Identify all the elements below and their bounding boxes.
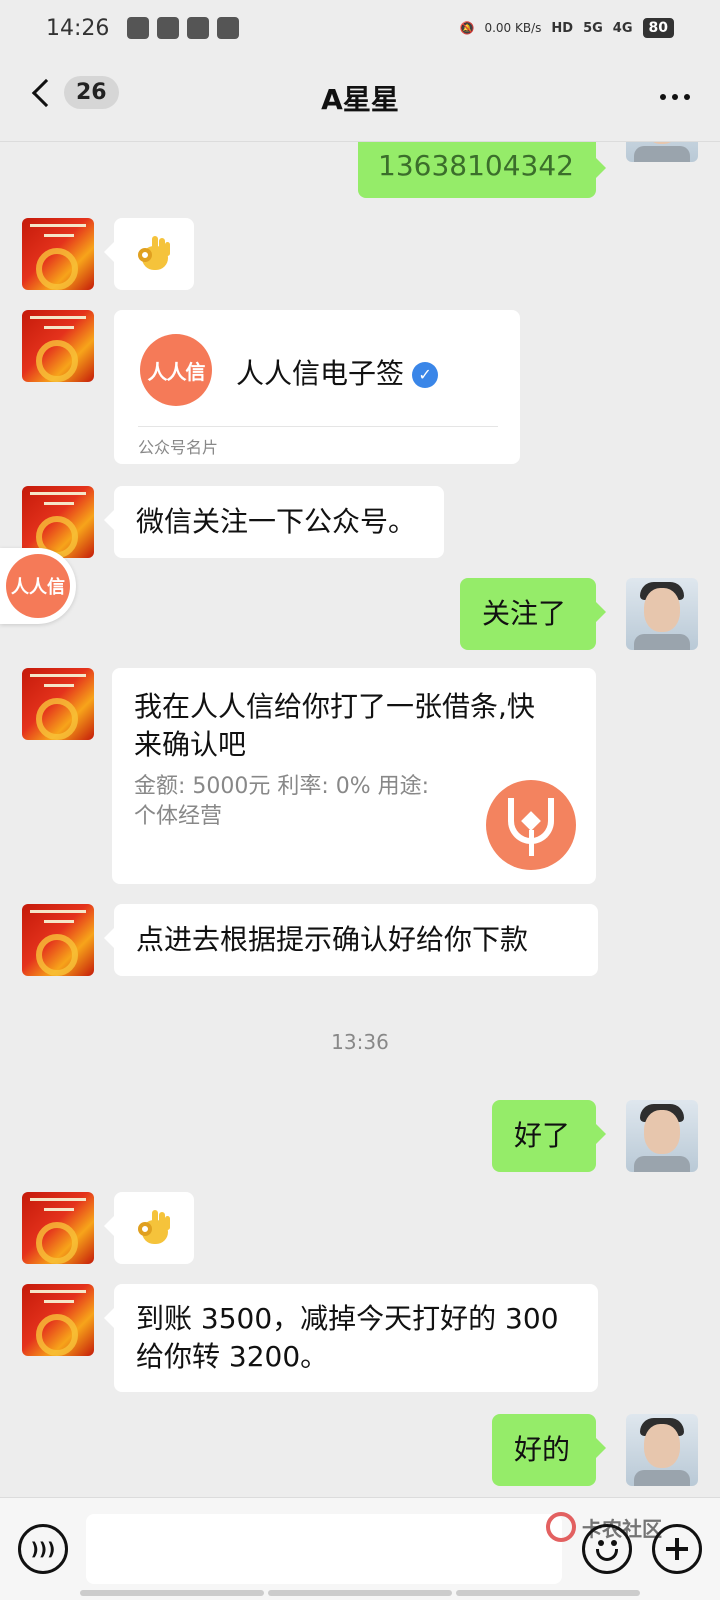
battery-icon: 80 bbox=[642, 18, 674, 38]
notification-icons bbox=[127, 17, 240, 39]
message-text: 微信关注一下公众号。 bbox=[136, 505, 417, 538]
signal-5g-icon: 5G bbox=[583, 20, 603, 36]
floating-mini-program-icon[interactable]: 人人信 bbox=[0, 548, 76, 624]
message-bubble-outgoing[interactable]: 13638104342 bbox=[358, 142, 606, 198]
ok-hand-emoji-icon bbox=[138, 1210, 170, 1246]
message-text: 点进去根据提示确认好给你下款 bbox=[136, 923, 529, 956]
status-right: 🔕 0.00 KB/s HD 5G 4G 80 bbox=[460, 18, 674, 38]
voice-input-icon[interactable]: ))) bbox=[18, 1524, 68, 1574]
loan-card-title: 我在人人信给你打了一张借条,快 来确认吧 bbox=[134, 690, 535, 761]
net-speed: 0.00 KB/s bbox=[484, 21, 542, 35]
more-options-icon[interactable] bbox=[660, 94, 690, 100]
status-bar: 14:26 🔕 0.00 KB/s HD 5G 4G 80 bbox=[0, 0, 720, 56]
verified-badge-icon: ✓ bbox=[412, 362, 439, 388]
message-text: 13638104342 bbox=[378, 149, 574, 182]
message-text: 给你转 3200。 bbox=[136, 1340, 329, 1373]
taobao-icon bbox=[217, 17, 240, 39]
status-time: 14:26 bbox=[46, 15, 110, 41]
hd-icon: HD bbox=[551, 20, 574, 36]
message-bubble-incoming[interactable] bbox=[104, 1192, 194, 1264]
peer-avatar[interactable] bbox=[22, 904, 94, 976]
message-list[interactable]: 13638104342 人人信 人人信电子签 ✓ 公众号名片 微信关注一下公众号。… bbox=[0, 142, 720, 1497]
message-text: 好了 bbox=[514, 1119, 571, 1152]
peer-avatar[interactable] bbox=[22, 1192, 94, 1264]
card-type-label: 公众号名片 bbox=[138, 438, 219, 457]
message-bubble-outgoing[interactable]: 好了 bbox=[492, 1100, 606, 1172]
loan-app-icon bbox=[486, 780, 576, 870]
my-avatar[interactable] bbox=[626, 578, 698, 650]
message-bubble-incoming[interactable] bbox=[104, 218, 194, 290]
qq-icon bbox=[127, 17, 150, 39]
card-account-name: 人人信电子签 ✓ bbox=[236, 352, 439, 392]
app-notification-icon bbox=[187, 17, 210, 39]
message-bubble-incoming[interactable]: 到账 3500，减掉今天打好的 300 给你转 3200。 bbox=[104, 1284, 598, 1392]
chat-title: A星星 bbox=[321, 83, 399, 116]
signal-4g-icon: 4G bbox=[612, 20, 633, 36]
ok-hand-emoji-icon bbox=[138, 236, 170, 272]
navigation-gesture-bar bbox=[80, 1590, 640, 1596]
message-bubble-outgoing[interactable]: 关注了 bbox=[460, 578, 606, 650]
official-account-card[interactable]: 人人信 人人信电子签 ✓ 公众号名片 bbox=[114, 310, 520, 464]
my-avatar[interactable] bbox=[626, 1414, 698, 1486]
peer-avatar[interactable] bbox=[22, 1284, 94, 1356]
my-avatar[interactable] bbox=[626, 142, 698, 162]
watermark-logo-icon bbox=[546, 1512, 576, 1542]
peer-avatar[interactable] bbox=[22, 668, 94, 740]
emoji-icon[interactable] bbox=[582, 1524, 632, 1574]
peer-avatar[interactable] bbox=[22, 218, 94, 290]
message-text: 关注了 bbox=[482, 597, 567, 630]
time-divider: 13:36 bbox=[331, 1030, 389, 1054]
message-bubble-incoming[interactable]: 微信关注一下公众号。 bbox=[104, 486, 444, 558]
my-avatar[interactable] bbox=[626, 1100, 698, 1172]
peer-avatar[interactable] bbox=[22, 310, 94, 382]
renrenxin-logo-icon: 人人信 bbox=[140, 334, 212, 406]
message-bubble-outgoing[interactable]: 好的 bbox=[492, 1414, 606, 1486]
loan-card-details: 金额: 5000元 利率: 0% 用途: 个体经营 bbox=[134, 774, 430, 829]
message-input[interactable] bbox=[86, 1514, 562, 1584]
input-bar: ))) 卡农社区 bbox=[0, 1497, 720, 1600]
more-functions-plus-icon[interactable] bbox=[652, 1524, 702, 1574]
message-text: 到账 3500，减掉今天打好的 300 bbox=[136, 1302, 559, 1335]
chat-header: 26 A星星 bbox=[0, 56, 720, 142]
loan-note-card[interactable]: 我在人人信给你打了一张借条,快 来确认吧 金额: 5000元 利率: 0% 用途… bbox=[112, 668, 596, 884]
message-text: 好的 bbox=[514, 1433, 571, 1466]
missed-call-icon bbox=[157, 17, 180, 39]
message-bubble-incoming[interactable]: 点进去根据提示确认好给你下款 bbox=[104, 904, 598, 976]
mute-icon: 🔕 bbox=[459, 21, 475, 35]
